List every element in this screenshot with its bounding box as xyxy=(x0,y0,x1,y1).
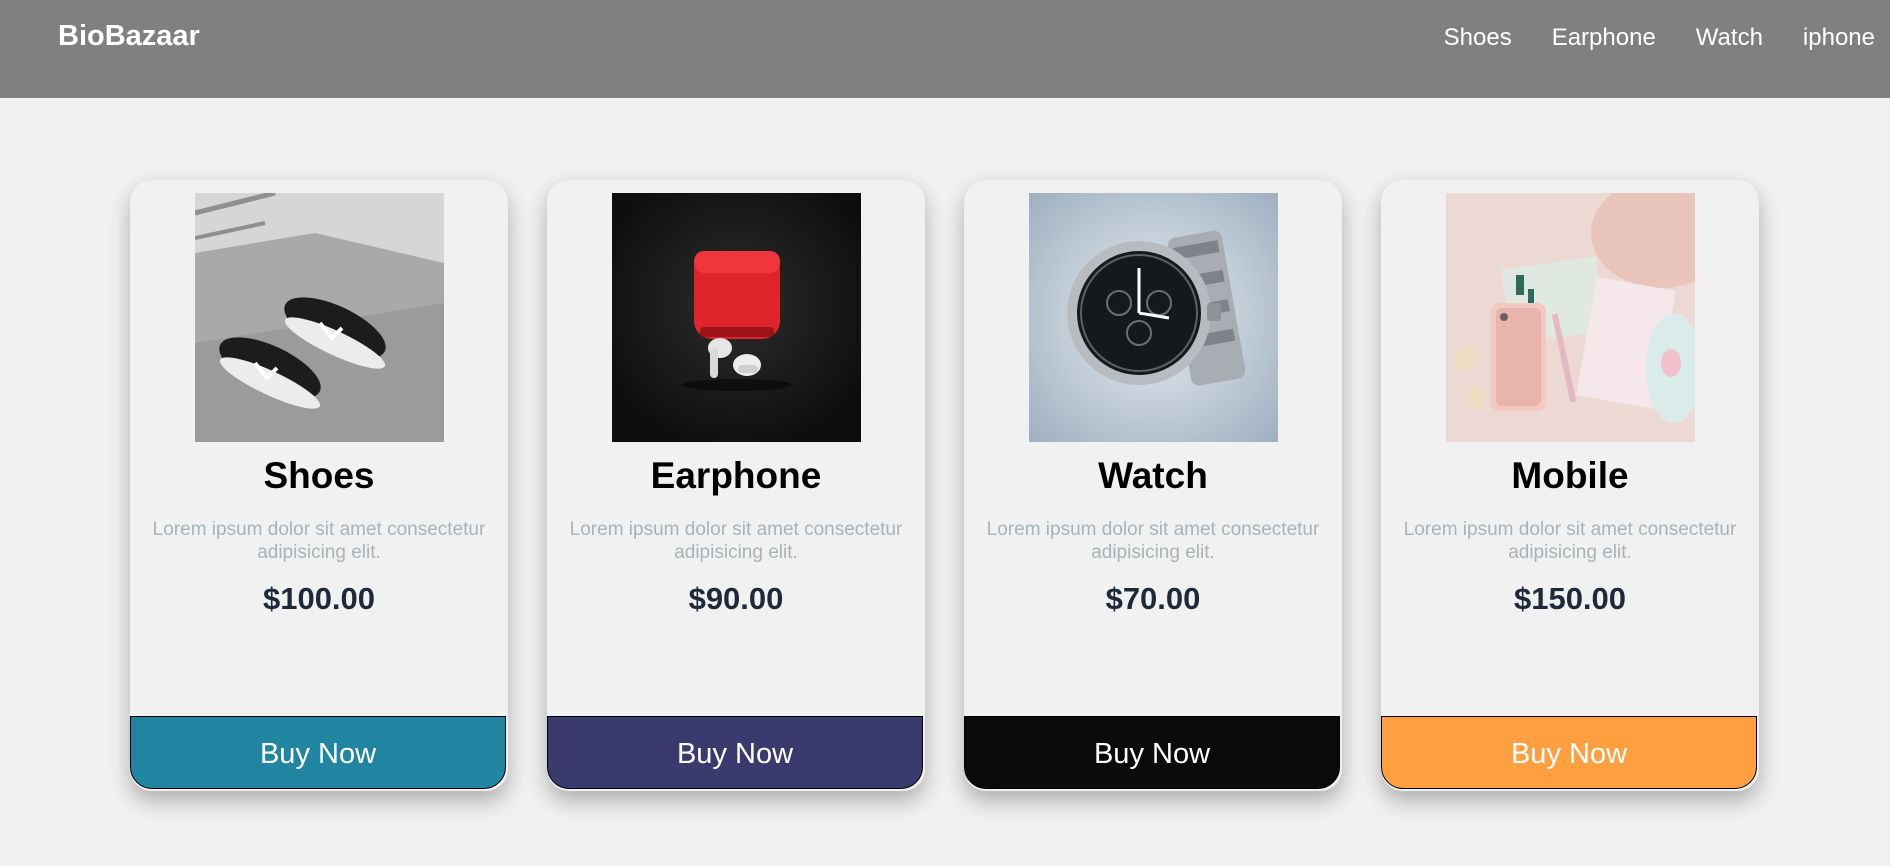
product-price: $150.00 xyxy=(1513,581,1627,616)
buy-now-button-shoes[interactable]: Buy Now xyxy=(130,716,506,789)
product-price: $70.00 xyxy=(1105,581,1201,616)
nav-link-watch[interactable]: Watch xyxy=(1696,24,1763,52)
product-description: Lorem ipsum dolor sit amet consectetur a… xyxy=(569,519,903,563)
product-price: $90.00 xyxy=(688,581,784,616)
shoes-image xyxy=(195,193,444,442)
product-card-watch: Watch Lorem ipsum dolor sit amet consect… xyxy=(964,180,1342,791)
buy-now-button-mobile[interactable]: Buy Now xyxy=(1381,716,1757,789)
product-card-earphone: Earphone Lorem ipsum dolor sit amet cons… xyxy=(547,180,925,791)
nav-links: Shoes Earphone Watch iphone xyxy=(1444,24,1875,52)
buy-now-button-earphone[interactable]: Buy Now xyxy=(547,716,923,789)
product-title: Shoes xyxy=(263,455,375,496)
product-title: Mobile xyxy=(1511,455,1629,496)
product-title: Watch xyxy=(1098,455,1208,496)
navbar: BioBazaar Shoes Earphone Watch iphone xyxy=(0,0,1890,98)
buy-now-button-watch[interactable]: Buy Now xyxy=(964,716,1340,789)
product-title: Earphone xyxy=(650,455,822,496)
earphone-image xyxy=(612,193,861,442)
product-price: $100.00 xyxy=(262,581,376,616)
product-description: Lorem ipsum dolor sit amet consectetur a… xyxy=(986,519,1320,563)
product-card-mobile: Mobile Lorem ipsum dolor sit amet consec… xyxy=(1381,180,1759,791)
product-description: Lorem ipsum dolor sit amet consectetur a… xyxy=(1403,519,1737,563)
product-card-shoes: Shoes Lorem ipsum dolor sit amet consect… xyxy=(130,180,508,791)
brand-logo[interactable]: BioBazaar xyxy=(58,20,200,53)
nav-link-earphone[interactable]: Earphone xyxy=(1552,24,1656,52)
watch-image xyxy=(1029,193,1278,442)
product-description: Lorem ipsum dolor sit amet consectetur a… xyxy=(152,519,486,563)
nav-link-iphone[interactable]: iphone xyxy=(1803,24,1875,52)
mobile-image xyxy=(1446,193,1695,442)
nav-link-shoes[interactable]: Shoes xyxy=(1444,24,1512,52)
